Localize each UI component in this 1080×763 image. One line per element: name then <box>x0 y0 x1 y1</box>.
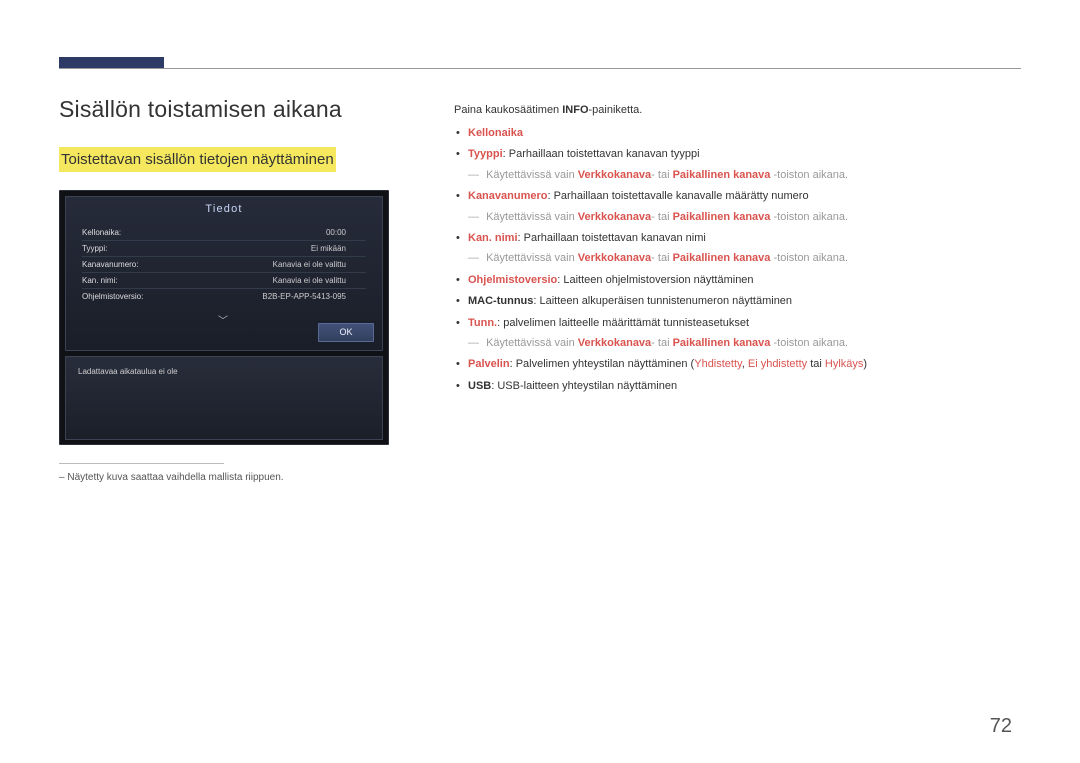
page-content: Sisällön toistamisen aikana Toistettavan… <box>59 96 1021 483</box>
bullet-item: Kellonaika <box>468 126 1021 141</box>
info-value: Ei mikään <box>311 244 366 253</box>
bullet-item: MAC-tunnus: Laitteen alkuperäisen tunnis… <box>468 294 1021 309</box>
info-row: Tyyppi: Ei mikään <box>82 241 366 257</box>
bullet-list: Kellonaika Tyyppi: Parhaillaan toistetta… <box>454 126 1021 394</box>
info-key: Kellonaika: <box>82 228 121 237</box>
footnote-rule <box>59 463 224 464</box>
info-value: Kanavia ei ole valittu <box>273 276 366 285</box>
info-key: Kan. nimi: <box>82 276 118 285</box>
info-key: Tyyppi: <box>82 244 107 253</box>
bullet-item: Tunn.: palvelimen laitteelle määrittämät… <box>468 316 1021 352</box>
info-row: Ohjelmistoversio: B2B-EP-APP-5413-095 <box>82 289 366 304</box>
info-key: Ohjelmistoversio: <box>82 292 143 301</box>
bullet-item: USB: USB-laitteen yhteystilan näyttämine… <box>468 379 1021 394</box>
section-heading: Toistettavan sisällön tietojen näyttämin… <box>59 147 336 172</box>
info-value: Kanavia ei ole valittu <box>273 260 366 269</box>
info-panel: Tiedot Kellonaika: 00:00 Tyyppi: Ei mikä… <box>65 196 383 351</box>
right-column: Paina kaukosäätimen INFO-painiketta. Kel… <box>454 96 1021 483</box>
term-kan-nimi: Kan. nimi <box>468 232 518 244</box>
schedule-panel: Ladattavaa aikataulua ei ole <box>65 356 383 440</box>
intro-text: Paina kaukosäätimen INFO-painiketta. <box>454 104 1021 116</box>
term-kanavanumero: Kanavanumero <box>468 190 547 202</box>
term-palvelin: Palvelin <box>468 358 510 370</box>
sub-note: Käytettävissä vain Verkkokanava- tai Pai… <box>468 336 1021 351</box>
bullet-item: Palvelin: Palvelimen yhteystilan näyttäm… <box>468 357 1021 372</box>
ok-button[interactable]: OK <box>318 323 374 342</box>
bullet-item: Kanavanumero: Parhaillaan toistettavalle… <box>468 189 1021 225</box>
term-ohjelmistoversio: Ohjelmistoversio <box>468 274 557 286</box>
info-row: Kan. nimi: Kanavia ei ole valittu <box>82 273 366 289</box>
bullet-item: Tyyppi: Parhaillaan toistettavan kanavan… <box>468 147 1021 183</box>
info-value: B2B-EP-APP-5413-095 <box>262 292 366 301</box>
schedule-empty-text: Ladattavaa aikataulua ei ole <box>78 367 178 376</box>
header-accent-bar <box>59 57 164 68</box>
term-tunn: Tunn. <box>468 317 497 329</box>
info-row: Kellonaika: 00:00 <box>82 225 366 241</box>
page-number: 72 <box>990 715 1012 738</box>
header-rule <box>59 68 1021 69</box>
info-key-bold: INFO <box>562 104 588 116</box>
footnote-text: – Näytetty kuva saattaa vaihdella mallis… <box>59 472 389 483</box>
info-key: Kanavanumero: <box>82 260 138 269</box>
sub-note: Käytettävissä vain Verkkokanava- tai Pai… <box>468 251 1021 266</box>
sub-note: Käytettävissä vain Verkkokanava- tai Pai… <box>468 168 1021 183</box>
term-usb: USB <box>468 380 491 392</box>
term-tyyppi: Tyyppi <box>468 148 503 160</box>
info-row: Kanavanumero: Kanavia ei ole valittu <box>82 257 366 273</box>
info-rows: Kellonaika: 00:00 Tyyppi: Ei mikään Kana… <box>66 221 382 304</box>
bullet-item: Ohjelmistoversio: Laitteen ohjelmistover… <box>468 273 1021 288</box>
term-mac: MAC-tunnus <box>468 295 533 307</box>
info-value: 00:00 <box>326 228 366 237</box>
page-title: Sisällön toistamisen aikana <box>59 96 389 123</box>
sub-note: Käytettävissä vain Verkkokanava- tai Pai… <box>468 210 1021 225</box>
term-kellonaika: Kellonaika <box>468 127 523 139</box>
bullet-item: Kan. nimi: Parhaillaan toistettavan kana… <box>468 231 1021 267</box>
device-screenshot: Tiedot Kellonaika: 00:00 Tyyppi: Ei mikä… <box>59 190 389 445</box>
left-column: Sisällön toistamisen aikana Toistettavan… <box>59 96 389 483</box>
info-panel-title: Tiedot <box>66 197 382 221</box>
